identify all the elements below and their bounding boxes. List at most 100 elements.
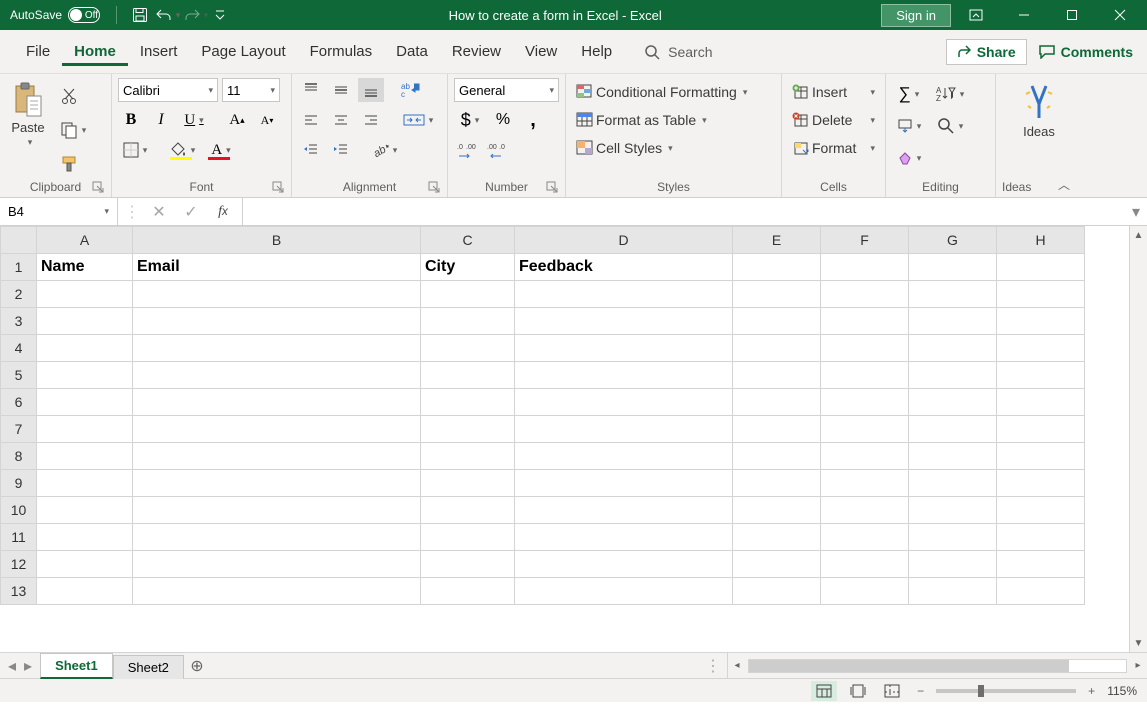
cell-A12[interactable] <box>37 551 133 578</box>
page-layout-view-button[interactable] <box>845 681 871 701</box>
cell-E4[interactable] <box>733 335 821 362</box>
cell-E2[interactable] <box>733 281 821 308</box>
cell-C11[interactable] <box>421 524 515 551</box>
ideas-button[interactable]: Ideas <box>1009 78 1069 139</box>
cell-D11[interactable] <box>515 524 733 551</box>
insert-cells-button[interactable]: Insert▾ <box>788 82 879 102</box>
cell-G12[interactable] <box>909 551 997 578</box>
number-launcher[interactable] <box>545 181 559 195</box>
cell-D4[interactable] <box>515 335 733 362</box>
col-header-E[interactable]: E <box>733 227 821 254</box>
cell-E13[interactable] <box>733 578 821 605</box>
cell-A2[interactable] <box>37 281 133 308</box>
cell-C5[interactable] <box>421 362 515 389</box>
fill-button[interactable]: ▾ <box>892 114 926 138</box>
close-icon[interactable] <box>1097 0 1143 30</box>
col-header-D[interactable]: D <box>515 227 733 254</box>
cell-G2[interactable] <box>909 281 997 308</box>
cell-A6[interactable] <box>37 389 133 416</box>
cell-D5[interactable] <box>515 362 733 389</box>
normal-view-button[interactable] <box>811 681 837 701</box>
undo-icon[interactable]: ▾ <box>155 2 181 28</box>
cell-B3[interactable] <box>133 308 421 335</box>
cell-C3[interactable] <box>421 308 515 335</box>
row-header-1[interactable]: 1 <box>1 254 37 281</box>
cell-D3[interactable] <box>515 308 733 335</box>
cell-C1[interactable]: City <box>421 254 515 281</box>
sign-in-button[interactable]: Sign in <box>881 4 951 27</box>
sort-filter-button[interactable]: AZ▾ <box>930 82 970 106</box>
cell-C8[interactable] <box>421 443 515 470</box>
row-header-4[interactable]: 4 <box>1 335 37 362</box>
cell-C12[interactable] <box>421 551 515 578</box>
cell-D9[interactable] <box>515 470 733 497</box>
borders-button[interactable]: ▾ <box>118 138 152 162</box>
row-header-9[interactable]: 9 <box>1 470 37 497</box>
cell-D12[interactable] <box>515 551 733 578</box>
cell-E12[interactable] <box>733 551 821 578</box>
format-as-table-button[interactable]: Format as Table▾ <box>572 110 751 130</box>
conditional-formatting-button[interactable]: Conditional Formatting▾ <box>572 82 751 102</box>
cell-H4[interactable] <box>997 335 1085 362</box>
tab-review[interactable]: Review <box>440 37 513 66</box>
align-bottom-button[interactable] <box>358 78 384 102</box>
wrap-text-button[interactable]: abc <box>398 78 424 102</box>
cell-D13[interactable] <box>515 578 733 605</box>
cell-B2[interactable] <box>133 281 421 308</box>
zoom-slider[interactable] <box>936 689 1076 693</box>
cell-B13[interactable] <box>133 578 421 605</box>
cell-B8[interactable] <box>133 443 421 470</box>
cell-A7[interactable] <box>37 416 133 443</box>
increase-decimal-button[interactable]: .0.00 <box>454 138 480 162</box>
cell-E5[interactable] <box>733 362 821 389</box>
row-header-11[interactable]: 11 <box>1 524 37 551</box>
row-header-12[interactable]: 12 <box>1 551 37 578</box>
new-sheet-button[interactable]: ⊕ <box>184 653 210 678</box>
scroll-left-icon[interactable]: ◂ <box>728 657 746 675</box>
col-header-H[interactable]: H <box>997 227 1085 254</box>
row-header-10[interactable]: 10 <box>1 497 37 524</box>
cell-G7[interactable] <box>909 416 997 443</box>
italic-button[interactable]: I <box>148 108 174 132</box>
increase-indent-button[interactable] <box>328 138 354 162</box>
decrease-indent-button[interactable] <box>298 138 324 162</box>
align-center-button[interactable] <box>328 108 354 132</box>
clear-button[interactable]: ▾ <box>892 146 926 170</box>
share-button[interactable]: Share <box>946 39 1027 65</box>
cell-D1[interactable]: Feedback <box>515 254 733 281</box>
cell-C13[interactable] <box>421 578 515 605</box>
tab-help[interactable]: Help <box>569 37 624 66</box>
row-header-7[interactable]: 7 <box>1 416 37 443</box>
col-header-A[interactable]: A <box>37 227 133 254</box>
comma-style-button[interactable]: , <box>520 108 546 132</box>
tab-data[interactable]: Data <box>384 37 440 66</box>
copy-button[interactable]: ▾ <box>56 118 90 142</box>
cell-A8[interactable] <box>37 443 133 470</box>
ribbon-display-options-icon[interactable] <box>953 0 999 30</box>
scroll-up-icon[interactable]: ▲ <box>1130 226 1147 244</box>
hscroll-thumb[interactable] <box>749 660 1069 672</box>
cell-B5[interactable] <box>133 362 421 389</box>
cell-D10[interactable] <box>515 497 733 524</box>
cell-C7[interactable] <box>421 416 515 443</box>
cell-F8[interactable] <box>821 443 909 470</box>
cell-B10[interactable] <box>133 497 421 524</box>
cell-E9[interactable] <box>733 470 821 497</box>
horizontal-scrollbar[interactable]: ◂ ▸ <box>727 653 1147 678</box>
cell-F11[interactable] <box>821 524 909 551</box>
decrease-decimal-button[interactable]: .00.0 <box>484 138 510 162</box>
cell-D8[interactable] <box>515 443 733 470</box>
tab-page-layout[interactable]: Page Layout <box>189 37 297 66</box>
cell-F1[interactable] <box>821 254 909 281</box>
zoom-level[interactable]: 115% <box>1107 684 1137 698</box>
cell-F9[interactable] <box>821 470 909 497</box>
cell-C6[interactable] <box>421 389 515 416</box>
zoom-in-button[interactable]: + <box>1084 684 1099 698</box>
cell-H2[interactable] <box>997 281 1085 308</box>
cell-H10[interactable] <box>997 497 1085 524</box>
tab-view[interactable]: View <box>513 37 569 66</box>
cell-F6[interactable] <box>821 389 909 416</box>
cell-E6[interactable] <box>733 389 821 416</box>
save-icon[interactable] <box>127 2 153 28</box>
col-header-B[interactable]: B <box>133 227 421 254</box>
